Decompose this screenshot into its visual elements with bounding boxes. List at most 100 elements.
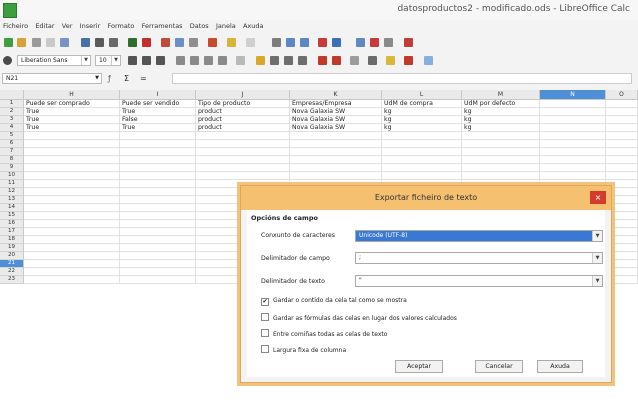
empty-cell[interactable] — [120, 164, 196, 172]
clone-formatting-icon[interactable] — [208, 38, 217, 47]
currency-format-icon[interactable] — [256, 56, 265, 65]
column-header-o[interactable]: O — [606, 90, 638, 100]
empty-cell[interactable] — [382, 164, 462, 172]
percent-format-icon[interactable] — [270, 56, 279, 65]
empty-cell[interactable] — [24, 244, 120, 252]
copy-icon[interactable] — [175, 38, 184, 47]
empty-cell[interactable] — [24, 196, 120, 204]
empty-cell[interactable] — [24, 204, 120, 212]
empty-cell[interactable] — [606, 156, 638, 164]
empty-cell[interactable] — [196, 156, 290, 164]
empty-cell[interactable] — [120, 268, 196, 276]
row-header-8[interactable]: 8 — [0, 156, 24, 164]
formula-input[interactable] — [172, 73, 632, 84]
align-left-icon[interactable] — [176, 56, 185, 65]
export-pdf-icon[interactable] — [81, 38, 90, 47]
row-header-23[interactable]: 23 — [0, 276, 24, 284]
bold-icon[interactable] — [128, 56, 137, 65]
table-cell[interactable]: kg — [382, 124, 462, 132]
row-header-11[interactable]: 11 — [0, 180, 24, 188]
empty-cell[interactable] — [24, 220, 120, 228]
sort-ascending-icon[interactable] — [286, 38, 295, 47]
empty-cell[interactable] — [120, 236, 196, 244]
empty-cell[interactable] — [606, 164, 638, 172]
empty-cell[interactable] — [540, 148, 606, 156]
row-header-2[interactable]: 2 — [0, 108, 24, 116]
row-header-15[interactable]: 15 — [0, 212, 24, 220]
empty-cell[interactable] — [24, 172, 120, 180]
row-header-18[interactable]: 18 — [0, 236, 24, 244]
font-size-combo[interactable]: 10 ▼ — [95, 55, 121, 66]
table-cell[interactable]: False — [120, 116, 196, 124]
empty-cell[interactable] — [290, 148, 382, 156]
select-all-corner[interactable] — [0, 90, 24, 100]
empty-cell[interactable] — [540, 124, 606, 132]
new-document-icon[interactable] — [4, 38, 13, 47]
row-header-3[interactable]: 3 — [0, 116, 24, 124]
function-button[interactable]: = — [140, 73, 147, 84]
empty-cell[interactable] — [540, 156, 606, 164]
italic-icon[interactable] — [142, 56, 151, 65]
empty-cell[interactable] — [120, 204, 196, 212]
empty-cell[interactable] — [24, 236, 120, 244]
table-cell[interactable]: product — [196, 124, 290, 132]
empty-cell[interactable] — [120, 156, 196, 164]
paste-icon[interactable] — [189, 38, 198, 47]
accept-button[interactable]: Aceptar — [395, 360, 443, 373]
empty-cell[interactable] — [24, 180, 120, 188]
menu-editar[interactable]: Editar — [35, 20, 54, 32]
redo-icon[interactable] — [246, 38, 255, 47]
table-cell[interactable]: product — [196, 108, 290, 116]
table-cell[interactable]: True — [24, 108, 120, 116]
insert-chart-icon[interactable] — [356, 38, 365, 47]
menu-janela[interactable]: Janela — [216, 20, 236, 32]
date-format-icon[interactable] — [298, 56, 307, 65]
background-color-icon[interactable] — [386, 56, 395, 65]
empty-cell[interactable] — [120, 140, 196, 148]
row-header-1[interactable]: 1 — [0, 100, 24, 108]
empty-cell[interactable] — [606, 172, 638, 180]
cancel-button[interactable]: Cancelar — [475, 360, 523, 373]
empty-cell[interactable] — [540, 164, 606, 172]
empty-cell[interactable] — [606, 108, 638, 116]
empty-cell[interactable] — [24, 132, 120, 140]
empty-cell[interactable] — [24, 212, 120, 220]
edit-file-icon[interactable] — [60, 38, 69, 47]
empty-cell[interactable] — [462, 140, 540, 148]
text-delimiter-combo[interactable]: " ▼ — [355, 275, 603, 287]
row-header-6[interactable]: 6 — [0, 140, 24, 148]
empty-cell[interactable] — [196, 164, 290, 172]
empty-cell[interactable] — [462, 164, 540, 172]
header-cell[interactable]: UdM de compra — [382, 100, 462, 108]
undo-icon[interactable] — [227, 38, 236, 47]
find-replace-icon[interactable] — [272, 38, 281, 47]
empty-cell[interactable] — [24, 276, 120, 284]
empty-cell[interactable] — [462, 156, 540, 164]
table-cell[interactable]: True — [24, 116, 120, 124]
row-header-10[interactable]: 10 — [0, 172, 24, 180]
empty-cell[interactable] — [290, 156, 382, 164]
empty-cell[interactable] — [196, 148, 290, 156]
table-cell[interactable]: True — [24, 124, 120, 132]
empty-cell[interactable] — [24, 164, 120, 172]
name-box[interactable]: N21 ▼ — [2, 73, 102, 84]
empty-cell[interactable] — [290, 164, 382, 172]
empty-cell[interactable] — [382, 148, 462, 156]
save-as-shown-checkbox[interactable]: ✔ Gardar o contido da cela tal como se mo… — [261, 297, 407, 306]
fixed-width-checkbox[interactable]: Largura fixa de columna — [261, 345, 346, 355]
empty-cell[interactable] — [540, 172, 606, 180]
table-cell[interactable]: Nova Galaxia SW — [290, 108, 382, 116]
empty-cell[interactable] — [540, 116, 606, 124]
row-header-5[interactable]: 5 — [0, 132, 24, 140]
open-folder-icon[interactable] — [17, 38, 26, 47]
row-header-9[interactable]: 9 — [0, 164, 24, 172]
empty-cell[interactable] — [540, 132, 606, 140]
header-cell[interactable]: Puede ser vendido — [120, 100, 196, 108]
table-cell[interactable]: kg — [382, 108, 462, 116]
header-cell[interactable]: Puede ser comprado — [24, 100, 120, 108]
row-header-14[interactable]: 14 — [0, 204, 24, 212]
empty-cell[interactable] — [290, 172, 382, 180]
empty-cell[interactable] — [382, 156, 462, 164]
row-header-22[interactable]: 22 — [0, 268, 24, 276]
row-header-4[interactable]: 4 — [0, 124, 24, 132]
